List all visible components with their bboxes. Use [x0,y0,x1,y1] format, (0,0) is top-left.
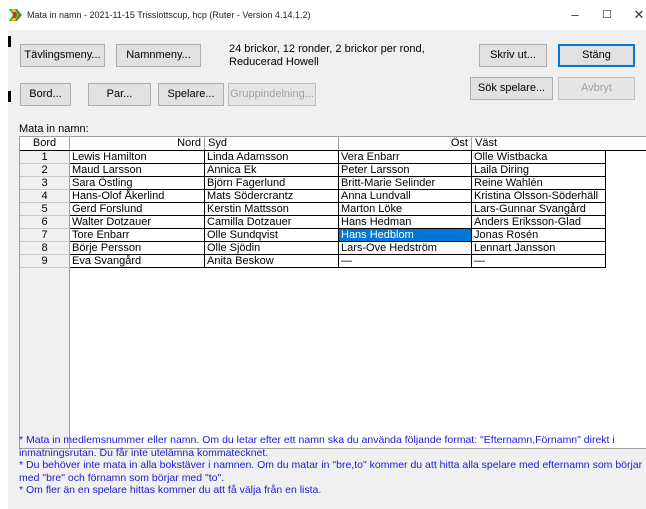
player-cell-vast[interactable]: — [472,255,606,268]
player-cell-vast[interactable]: Jonas Rosén [472,229,606,242]
table-row: 7 Tore Enbarr Olle Sundqvist Hans Hedblom Jo… [20,229,606,242]
player-cell-vast[interactable]: Olle Wistbacka [472,151,606,164]
bord-button[interactable]: Bord... [20,83,71,106]
seating-table: Bord Nord Syd Öst Väst 1 Lewis Hamilton Li… [19,136,646,449]
player-cell-ost[interactable]: Vera Enbarr [339,151,472,164]
namnmeny-button[interactable]: Namnmeny... [116,44,201,67]
player-cell-syd[interactable]: Anita Beskow [205,255,339,268]
player-cell-ost[interactable]: Lars-Ove Hedström [339,242,472,255]
table-row: 1 Lewis Hamilton Linda Adamsson Vera Enbarr… [20,151,606,164]
table-number-cell: 7 [20,229,70,242]
help-line-1: * Mata in medlemsnummer eller namn. Om d… [19,434,615,459]
par-button[interactable]: Par... [88,83,151,106]
player-cell-ost[interactable]: — [339,255,472,268]
header-ost: Öst [339,137,472,150]
table-header: Bord Nord Syd Öst Väst [20,137,646,151]
help-line-3: * Om fler än en spelare hittas kommer du… [19,484,322,497]
table-row: 5 Gerd Forslund Kerstin Mattsson Marton Lök… [20,203,606,216]
help-line-2: * Du behöver inte mata in alla bokstäver… [19,459,643,484]
player-cell-ost[interactable]: Hans Hedblom [339,229,472,242]
edge-marker [8,36,11,47]
table-number-cell: 1 [20,151,70,164]
player-cell-syd[interactable]: Olle Sjödin [205,242,339,255]
minimize-icon[interactable]: – [563,6,587,24]
close-icon[interactable]: ✕ [627,6,646,24]
player-cell-syd[interactable]: Kerstin Mattsson [205,203,339,216]
header-vast: Väst [475,137,498,149]
table-number-cell: 8 [20,242,70,255]
print-button[interactable]: Skriv ut... [479,44,547,67]
player-cell-ost[interactable]: Anna Lundvall [339,190,472,203]
table-row: 3 Sara Östling Björn Fagerlund Britt-Marie … [20,177,606,190]
player-cell-nord[interactable]: Lewis Hamilton [70,151,205,164]
player-cell-nord[interactable]: Maud Larsson [70,164,205,177]
help-text: * Mata in medlemsnummer eller namn. Om d… [19,434,644,497]
player-cell-vast[interactable]: Reine Wahlén [472,177,606,190]
dialog-client: Tävlingsmeny... Namnmeny... 24 brickor, … [8,30,646,509]
table-number-cell: 3 [20,177,70,190]
search-player-button[interactable]: Sök spelare... [470,77,553,100]
player-cell-syd[interactable]: Mats Södercrantz [205,190,339,203]
player-cell-nord[interactable]: Tore Enbarr [70,229,205,242]
table-row: 8 Börje Persson Olle Sjödin Lars-Ove Hedstr… [20,242,606,255]
event-info-line2: Reducerad Howell [229,56,319,68]
player-cell-nord[interactable]: Gerd Forslund [70,203,205,216]
player-cell-nord[interactable]: Hans-Olof Åkerlind [70,190,205,203]
player-cell-vast[interactable]: Lars-Gunnar Svangård [472,203,606,216]
maximize-icon[interactable]: ☐ [595,6,619,24]
player-cell-vast[interactable]: Kristina Olsson-Söderhäll [472,190,606,203]
player-cell-nord[interactable]: Walter Dotzauer [70,216,205,229]
player-cell-ost[interactable]: Peter Larsson [339,164,472,177]
close-button[interactable]: Stäng [558,44,635,67]
table-number-cell: 2 [20,164,70,177]
header-nord: Nord [70,137,205,150]
player-cell-vast[interactable]: Anders Eriksson-Glad [472,216,606,229]
table-number-cell: 9 [20,255,70,268]
event-info: 24 brickor, 12 ronder, 2 brickor per ron… [229,43,425,69]
player-cell-syd[interactable]: Linda Adamsson [205,151,339,164]
player-cell-ost[interactable]: Hans Hedman [339,216,472,229]
player-cell-nord[interactable]: Börje Persson [70,242,205,255]
table-number-cell: 5 [20,203,70,216]
window-title: Mata in namn - 2021-11-15 Trisslottscup,… [27,10,311,20]
spelare-button[interactable]: Spelare... [158,83,224,106]
player-cell-ost[interactable]: Marton Löke [339,203,472,216]
app-icon [9,9,22,21]
player-cell-syd[interactable]: Olle Sundqvist [205,229,339,242]
player-cell-vast[interactable]: Lennart Jansson [472,242,606,255]
player-cell-nord[interactable]: Eva Svangård [70,255,205,268]
player-cell-nord[interactable]: Sara Östling [70,177,205,190]
cancel-button: Avbryt [558,77,635,100]
player-cell-ost[interactable]: Britt-Marie Selinder [339,177,472,190]
header-bord: Bord [20,137,70,150]
edge-marker [8,91,11,102]
player-cell-syd[interactable]: Björn Fagerlund [205,177,339,190]
table-number-cell: 4 [20,190,70,203]
input-label: Mata in namn: [19,123,89,135]
table-row: 2 Maud Larsson Annica Ek Peter Larsson Laila… [20,164,606,177]
player-cell-syd[interactable]: Camilla Dotzauer [205,216,339,229]
table-number-cell: 6 [20,216,70,229]
player-cell-vast[interactable]: Laila Diring [472,164,606,177]
tavlingsmeny-button[interactable]: Tävlingsmeny... [20,44,105,67]
table-row: 9 Eva Svangård Anita Beskow — — [20,255,606,268]
header-syd: Syd [205,137,339,150]
table-row: 4 Hans-Olof Åkerlind Mats Södercrantz Anna … [20,190,606,203]
table-row: 6 Walter Dotzauer Camilla Dotzauer Hans Hed… [20,216,606,229]
title-bar: Mata in namn - 2021-11-15 Trisslottscup,… [0,0,646,30]
event-info-line1: 24 brickor, 12 ronder, 2 brickor per ron… [229,43,425,55]
gruppindelning-button: Gruppindelning... [228,83,316,106]
player-cell-syd[interactable]: Annica Ek [205,164,339,177]
